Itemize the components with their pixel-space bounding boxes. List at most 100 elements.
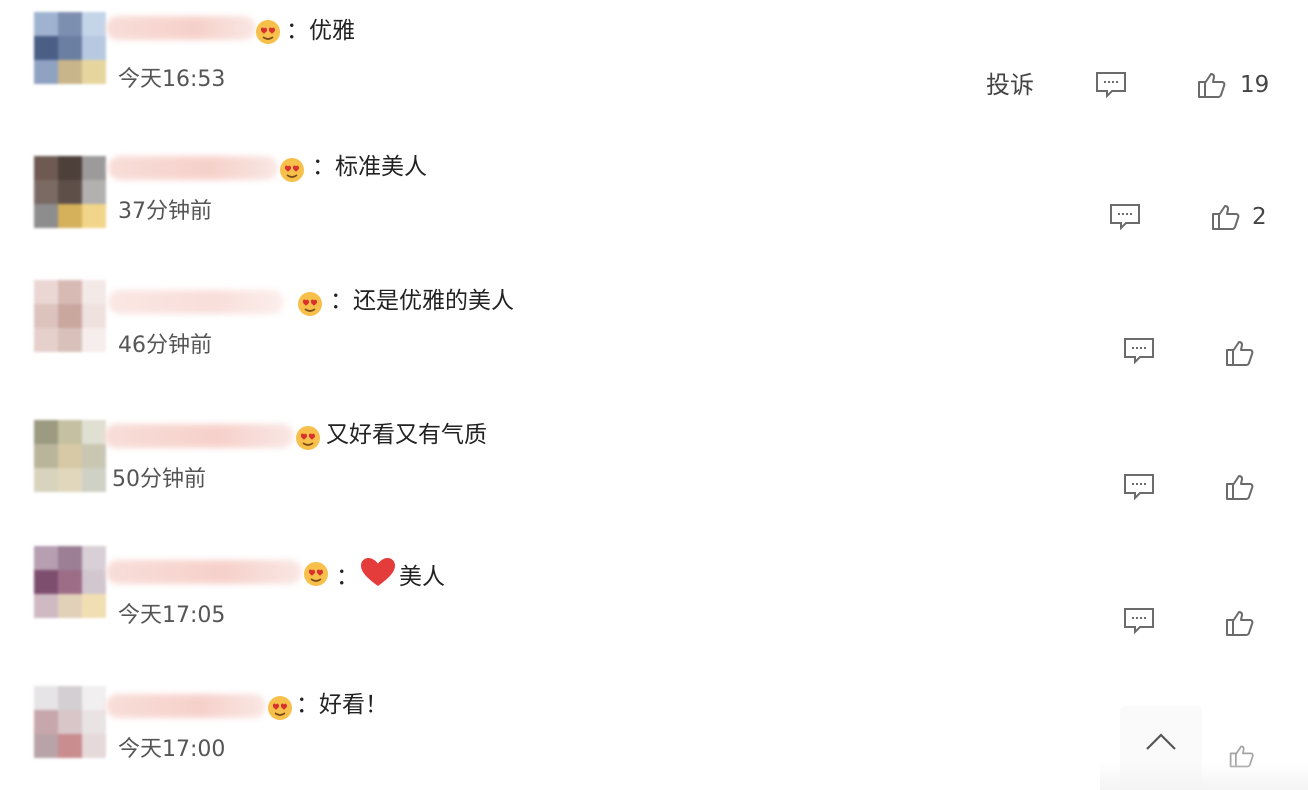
avatar[interactable] [34, 156, 106, 228]
avatar-pixel [58, 468, 82, 492]
avatar[interactable] [34, 12, 106, 84]
avatar-pixel [34, 280, 58, 304]
avatar-pixel [82, 594, 106, 618]
avatar-pixel [58, 420, 82, 444]
red-heart-icon [361, 558, 395, 586]
avatar-pixel [34, 36, 58, 60]
avatar-pixel [58, 60, 82, 84]
thumbs-up-icon[interactable] [1196, 70, 1228, 100]
heart-eyes-emoji-icon [296, 426, 320, 450]
avatar-pixel [34, 734, 58, 758]
comment-time: 37分钟前 [118, 199, 212, 224]
avatar-pixel [58, 180, 82, 204]
avatar[interactable] [34, 546, 106, 618]
avatar-pixel [82, 12, 106, 36]
avatar-pixel [34, 204, 58, 228]
avatar-pixel [34, 304, 58, 328]
avatar-pixel [58, 328, 82, 352]
comment-bubble-icon[interactable] [1094, 70, 1128, 100]
comment-text: 又好看又有气质 [326, 422, 487, 448]
avatar-pixel [82, 710, 106, 734]
avatar-pixel [34, 328, 58, 352]
avatar-pixel [58, 156, 82, 180]
avatar-pixel [82, 686, 106, 710]
avatar-pixel [58, 304, 82, 328]
avatar-pixel [34, 156, 58, 180]
avatar-pixel [34, 710, 58, 734]
avatar-pixel [58, 12, 82, 36]
username-blurred[interactable] [106, 560, 302, 584]
avatar-pixel [82, 420, 106, 444]
avatar-pixel [82, 204, 106, 228]
avatar-pixel [34, 420, 58, 444]
avatar-pixel [82, 60, 106, 84]
username-blurred[interactable] [104, 424, 294, 448]
like-count: 19 [1240, 72, 1270, 98]
avatar-pixel [34, 570, 58, 594]
comment-time: 今天17:05 [118, 603, 226, 628]
avatar-pixel [34, 686, 58, 710]
comment-text: ：还是优雅的美人 [330, 288, 514, 314]
thumbs-up-icon[interactable] [1224, 472, 1256, 502]
avatar-pixel [82, 444, 106, 468]
avatar-pixel [82, 734, 106, 758]
avatar-pixel [34, 180, 58, 204]
comment-text: ：标准美人 [312, 154, 427, 180]
avatar-pixel [82, 468, 106, 492]
bottom-fade [1100, 762, 1308, 790]
comment-text: ：好看！ [296, 692, 388, 718]
comment-bubble-icon[interactable] [1122, 606, 1156, 636]
avatar-pixel [58, 686, 82, 710]
username-blurred[interactable] [108, 156, 278, 180]
heart-eyes-emoji-icon [268, 696, 292, 720]
avatar-pixel [34, 12, 58, 36]
avatar-pixel [82, 180, 106, 204]
avatar-pixel [58, 546, 82, 570]
thumbs-up-icon[interactable] [1210, 202, 1242, 232]
heart-eyes-emoji-icon [304, 562, 328, 586]
avatar-pixel [58, 710, 82, 734]
comment-bubble-icon[interactable] [1122, 336, 1156, 366]
avatar-pixel [82, 546, 106, 570]
comment-time: 今天17:00 [118, 737, 226, 762]
avatar-pixel [58, 570, 82, 594]
comment-text-body: 美人 [399, 564, 445, 590]
avatar[interactable] [34, 280, 106, 352]
comment-time: 46分钟前 [118, 333, 212, 358]
chevron-up-icon [1146, 733, 1176, 750]
colon-separator: ： [336, 564, 359, 590]
avatar-pixel [82, 328, 106, 352]
avatar-pixel [82, 304, 106, 328]
comment-bubble-icon[interactable] [1108, 202, 1142, 232]
heart-eyes-emoji-icon [298, 292, 322, 316]
comment-time: 50分钟前 [112, 467, 206, 492]
username-blurred[interactable] [108, 290, 284, 314]
comment-time: 今天16:53 [118, 67, 226, 92]
like-count: 2 [1252, 204, 1267, 230]
avatar-pixel [34, 60, 58, 84]
avatar-pixel [34, 594, 58, 618]
avatar-pixel [82, 36, 106, 60]
heart-eyes-emoji-icon [280, 158, 304, 182]
username-blurred[interactable] [106, 16, 256, 40]
report-button[interactable]: 投诉 [986, 70, 1034, 100]
avatar[interactable] [34, 420, 106, 492]
comment-bubble-icon[interactable] [1122, 472, 1156, 502]
avatar-pixel [58, 734, 82, 758]
heart-eyes-emoji-icon [256, 20, 280, 44]
avatar[interactable] [34, 686, 106, 758]
avatar-pixel [58, 594, 82, 618]
comment-text: ：优雅 [286, 18, 355, 44]
avatar-pixel [58, 280, 82, 304]
avatar-pixel [58, 204, 82, 228]
avatar-pixel [34, 468, 58, 492]
avatar-pixel [82, 156, 106, 180]
comment-text: ： 美人 [336, 556, 445, 590]
username-blurred[interactable] [106, 694, 266, 718]
avatar-pixel [82, 570, 106, 594]
avatar-pixel [34, 444, 58, 468]
thumbs-up-icon[interactable] [1224, 338, 1256, 368]
avatar-pixel [82, 280, 106, 304]
thumbs-up-icon[interactable] [1224, 608, 1256, 638]
avatar-pixel [58, 36, 82, 60]
